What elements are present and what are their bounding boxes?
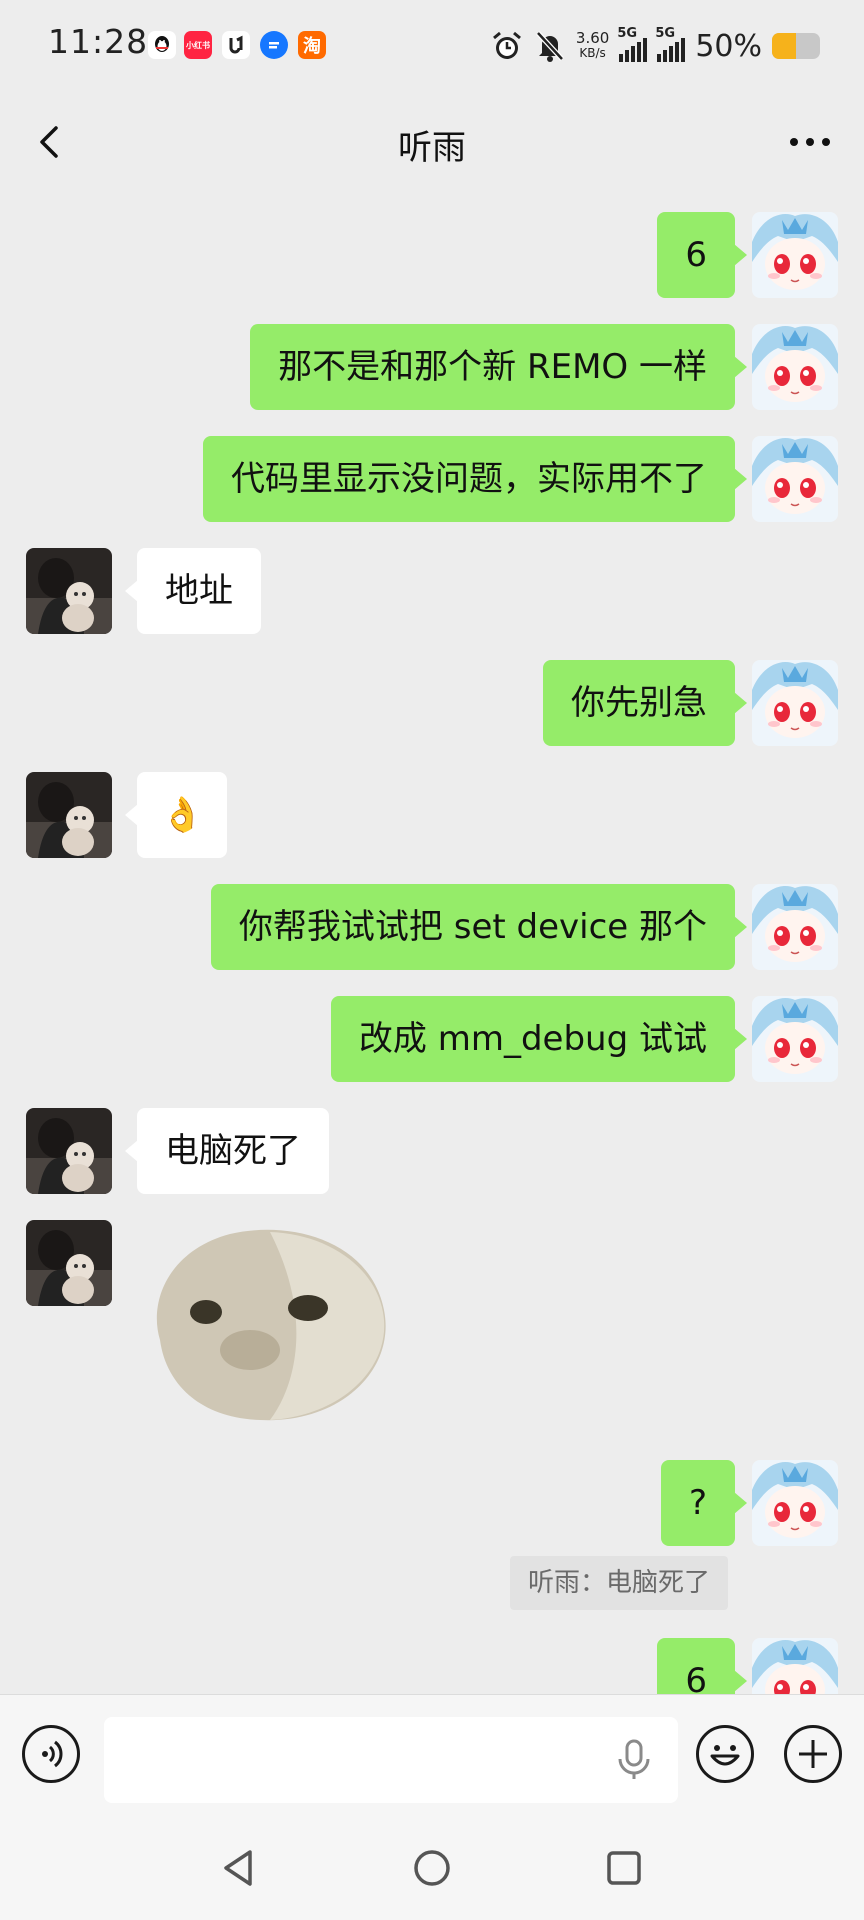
input-bar: [0, 1694, 864, 1819]
message-list[interactable]: 6 那不是和那个新 REMO 一样 代码里显示没问题，实际用不了 地址 你先别急…: [0, 192, 864, 1694]
message-bubble[interactable]: 地址: [125, 548, 261, 634]
add-more-button[interactable]: [784, 1725, 842, 1783]
status-bar: 11:28 小红书 淘 3.60 KB/s 5G 5G 50%: [0, 0, 864, 92]
my-avatar[interactable]: [752, 212, 838, 298]
signal-icon: 5G: [617, 26, 648, 62]
contact-avatar[interactable]: [26, 1108, 112, 1194]
contact-avatar[interactable]: [26, 1220, 112, 1306]
message-input[interactable]: [104, 1717, 678, 1803]
contact-avatar[interactable]: [26, 772, 112, 858]
my-avatar[interactable]: [752, 436, 838, 522]
nav-back-icon[interactable]: [218, 1846, 262, 1890]
taobao-label: 淘: [303, 36, 321, 57]
my-avatar[interactable]: [752, 660, 838, 746]
message-bubble[interactable]: 6: [657, 1638, 747, 1694]
app-icon: [222, 31, 250, 59]
signal-label-2: 5G: [655, 26, 676, 41]
qq-icon: [148, 31, 176, 59]
emoji-button[interactable]: [696, 1725, 754, 1783]
net-speed-unit: KB/s: [579, 46, 606, 60]
message-bubble[interactable]: 👌: [124, 772, 228, 858]
contact-avatar[interactable]: [26, 548, 112, 634]
alarm-icon: [492, 31, 521, 59]
message-bubble[interactable]: 电脑死了: [125, 1108, 329, 1194]
signal-icon-2: 5G: [655, 26, 686, 62]
battery-icon: [772, 33, 820, 59]
message-bubble[interactable]: 6: [657, 212, 747, 298]
message-bubble[interactable]: 改成 mm_debug 试试: [330, 996, 748, 1082]
nav-home-icon[interactable]: [410, 1846, 454, 1890]
taobao-icon: 淘: [298, 31, 326, 59]
message-bubble[interactable]: 你先别急: [543, 660, 747, 746]
my-avatar[interactable]: [752, 996, 838, 1082]
message-bubble[interactable]: 代码里显示没问题，实际用不了: [203, 436, 747, 522]
net-speed: 3.60 KB/s: [576, 31, 609, 61]
message-bubble[interactable]: 你帮我试试把 set device 那个: [210, 884, 748, 970]
message-bubble[interactable]: 那不是和那个新 REMO 一样: [250, 324, 747, 410]
my-avatar[interactable]: [752, 1460, 838, 1546]
chat-header: 听雨: [0, 92, 864, 192]
battery-percent: 50%: [695, 28, 762, 64]
emoji-icon: [710, 1745, 740, 1766]
message-bubble[interactable]: ?: [660, 1460, 748, 1546]
app-blue-icon: [260, 31, 288, 59]
mute-bell-icon: [536, 31, 564, 62]
plus-icon: [799, 1740, 827, 1768]
xiaohongshu-icon: 小红书: [184, 31, 212, 59]
signal-label: 5G: [617, 26, 638, 41]
voice-wave-icon: [42, 1740, 63, 1768]
system-nav-bar: [0, 1818, 864, 1920]
my-avatar[interactable]: [752, 1638, 838, 1694]
sticker-image[interactable]: [140, 1220, 392, 1426]
microphone-icon[interactable]: [616, 1739, 652, 1781]
quoted-message[interactable]: 听雨：电脑死了: [509, 1556, 728, 1610]
my-avatar[interactable]: [752, 324, 838, 410]
voice-toggle-button[interactable]: [22, 1725, 80, 1783]
my-avatar[interactable]: [752, 884, 838, 970]
chat-title: 听雨: [398, 128, 466, 168]
xiaohongshu-label: 小红书: [186, 40, 210, 50]
net-speed-value: 3.60: [575, 29, 610, 47]
status-time: 11:28: [48, 22, 149, 61]
nav-recents-icon[interactable]: [602, 1846, 646, 1890]
status-right: 3.60 KB/s 5G 5G 50%: [490, 26, 820, 66]
battery-fill: [772, 33, 796, 59]
more-options-icon[interactable]: [786, 122, 834, 162]
